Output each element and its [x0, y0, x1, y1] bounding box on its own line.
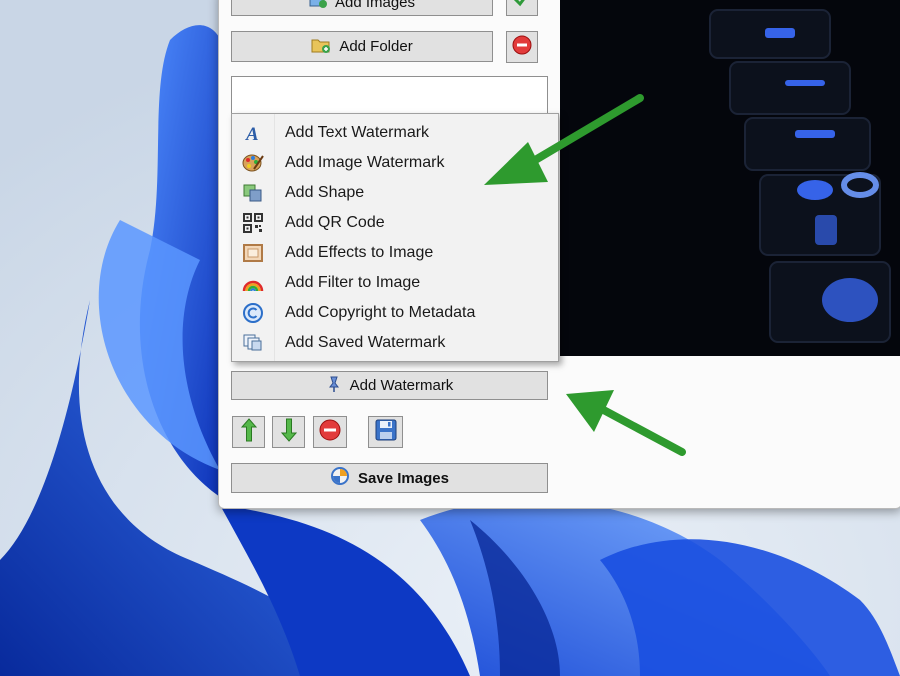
stamp-pin-icon [326, 375, 342, 397]
arrow-up-icon [240, 417, 257, 447]
checkmark-icon [512, 0, 532, 13]
watermark-menu: A Add Text Watermark Add Image Watermark… [231, 113, 559, 362]
menu-item-add-shape[interactable]: Add Shape [232, 178, 558, 208]
add-images-button[interactable]: Add Images [231, 0, 493, 16]
menu-item-add-effects[interactable]: Add Effects to Image [232, 238, 558, 268]
menu-item-add-saved-watermark[interactable]: Add Saved Watermark [232, 328, 558, 358]
save-images-label: Save Images [358, 469, 449, 487]
remove-button[interactable] [506, 31, 538, 63]
menu-item-add-text-watermark[interactable]: A Add Text Watermark [232, 118, 558, 148]
rainbow-icon [232, 273, 274, 293]
arrow-down-icon [280, 418, 297, 447]
add-images-label: Add Images [334, 0, 416, 11]
save-watermark-button[interactable] [368, 416, 403, 448]
add-watermark-button[interactable]: Add Watermark [231, 371, 548, 400]
shape-icon [232, 183, 274, 203]
folder-add-icon [311, 36, 331, 58]
image-preview [560, 0, 900, 356]
add-folder-label: Add Folder [339, 38, 413, 55]
remove-circle-icon [511, 34, 533, 61]
svg-text:A: A [245, 124, 259, 143]
menu-item-add-copyright[interactable]: Add Copyright to Metadata [232, 298, 558, 328]
saved-stack-icon [232, 333, 274, 353]
add-watermark-label: Add Watermark [349, 377, 454, 394]
move-down-button[interactable] [272, 416, 305, 448]
qr-code-icon [232, 213, 274, 233]
frame-icon [232, 243, 274, 263]
copyright-icon [232, 302, 274, 324]
remove-circle-icon [318, 418, 342, 447]
add-images-icon [309, 0, 327, 12]
text-a-icon: A [232, 123, 274, 143]
move-up-button[interactable] [232, 416, 265, 448]
menu-item-add-image-watermark[interactable]: Add Image Watermark [232, 148, 558, 178]
floppy-disk-icon [374, 418, 398, 447]
menu-item-add-filter[interactable]: Add Filter to Image [232, 268, 558, 298]
save-images-icon [330, 466, 350, 490]
delete-watermark-button[interactable] [313, 416, 347, 448]
add-folder-button[interactable]: Add Folder [231, 31, 493, 62]
file-list[interactable] [231, 76, 548, 116]
save-images-button[interactable]: Save Images [231, 463, 548, 493]
palette-icon [232, 153, 274, 173]
menu-item-add-qr-code[interactable]: Add QR Code [232, 208, 558, 238]
confirm-button[interactable] [506, 0, 538, 16]
